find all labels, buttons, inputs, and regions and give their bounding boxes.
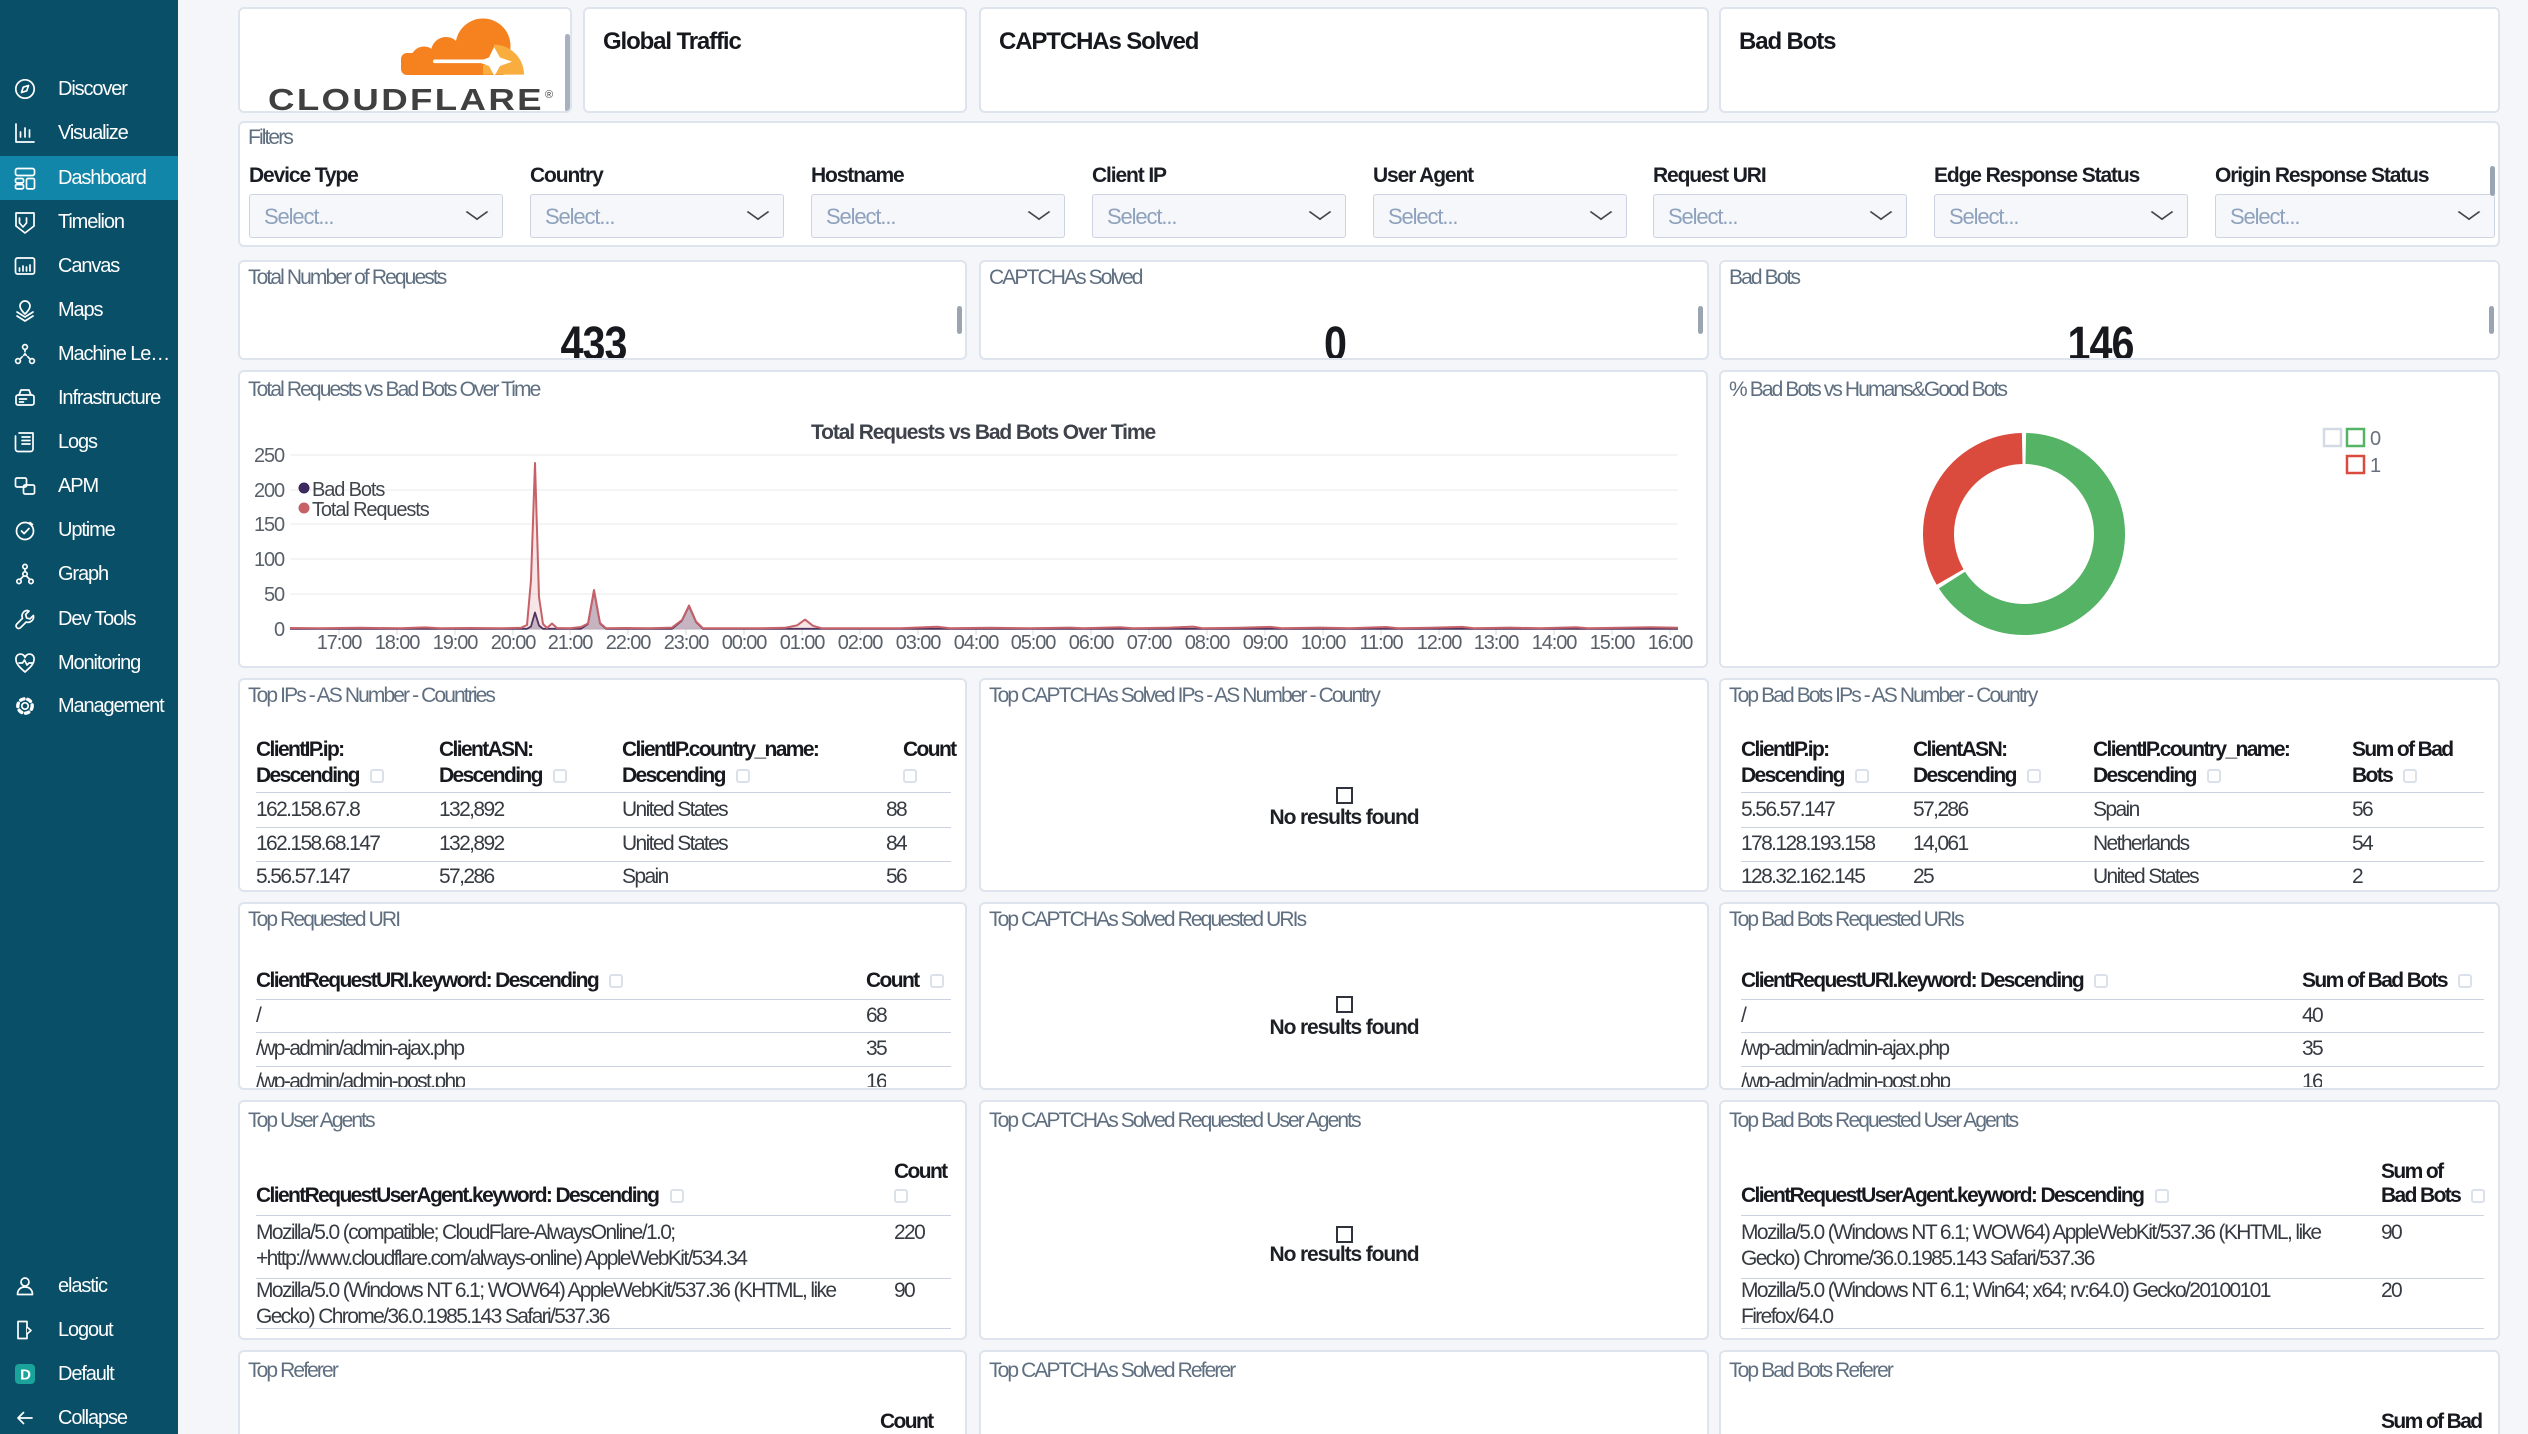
- svg-text:Bad Bots: Bad Bots: [312, 479, 385, 501]
- svg-text:10:00: 10:00: [1301, 632, 1346, 654]
- svg-text:17:00: 17:00: [317, 632, 362, 654]
- svg-text:22:00: 22:00: [606, 632, 651, 654]
- svg-text:12:00: 12:00: [1417, 632, 1462, 654]
- svg-text:14:00: 14:00: [1532, 632, 1577, 654]
- svg-text:00:00: 00:00: [722, 632, 767, 654]
- svg-text:50: 50: [264, 584, 285, 606]
- svg-text:05:00: 05:00: [1011, 632, 1056, 654]
- svg-text:250: 250: [254, 445, 285, 467]
- svg-text:®: ®: [545, 89, 553, 101]
- svg-text:06:00: 06:00: [1069, 632, 1114, 654]
- svg-text:CLOUDFLARE: CLOUDFLARE: [268, 82, 544, 113]
- svg-text:03:00: 03:00: [896, 632, 941, 654]
- svg-text:1: 1: [2370, 455, 2381, 477]
- svg-text:02:00: 02:00: [838, 632, 883, 654]
- svg-text:09:00: 09:00: [1243, 632, 1288, 654]
- svg-text:21:00: 21:00: [548, 632, 593, 654]
- svg-text:15:00: 15:00: [1590, 632, 1635, 654]
- svg-text:04:00: 04:00: [954, 632, 999, 654]
- svg-text:0: 0: [2370, 428, 2381, 450]
- svg-text:11:00: 11:00: [1360, 632, 1404, 654]
- svg-text:13:00: 13:00: [1474, 632, 1519, 654]
- svg-text:07:00: 07:00: [1127, 632, 1172, 654]
- svg-text:23:00: 23:00: [664, 632, 709, 654]
- svg-text:0: 0: [274, 619, 285, 641]
- svg-text:08:00: 08:00: [1185, 632, 1230, 654]
- svg-text:18:00: 18:00: [375, 632, 420, 654]
- svg-text:20:00: 20:00: [491, 632, 536, 654]
- svg-text:19:00: 19:00: [433, 632, 478, 654]
- svg-text:Total Requests vs Bad Bots Ove: Total Requests vs Bad Bots Over Time: [811, 421, 1155, 444]
- svg-text:16:00: 16:00: [1648, 632, 1693, 654]
- svg-text:Total Requests: Total Requests: [312, 499, 430, 521]
- svg-text:D: D: [20, 1367, 31, 1384]
- svg-text:200: 200: [254, 480, 285, 502]
- svg-text:100: 100: [254, 549, 285, 571]
- svg-text:150: 150: [254, 514, 285, 536]
- svg-text:01:00: 01:00: [780, 632, 825, 654]
